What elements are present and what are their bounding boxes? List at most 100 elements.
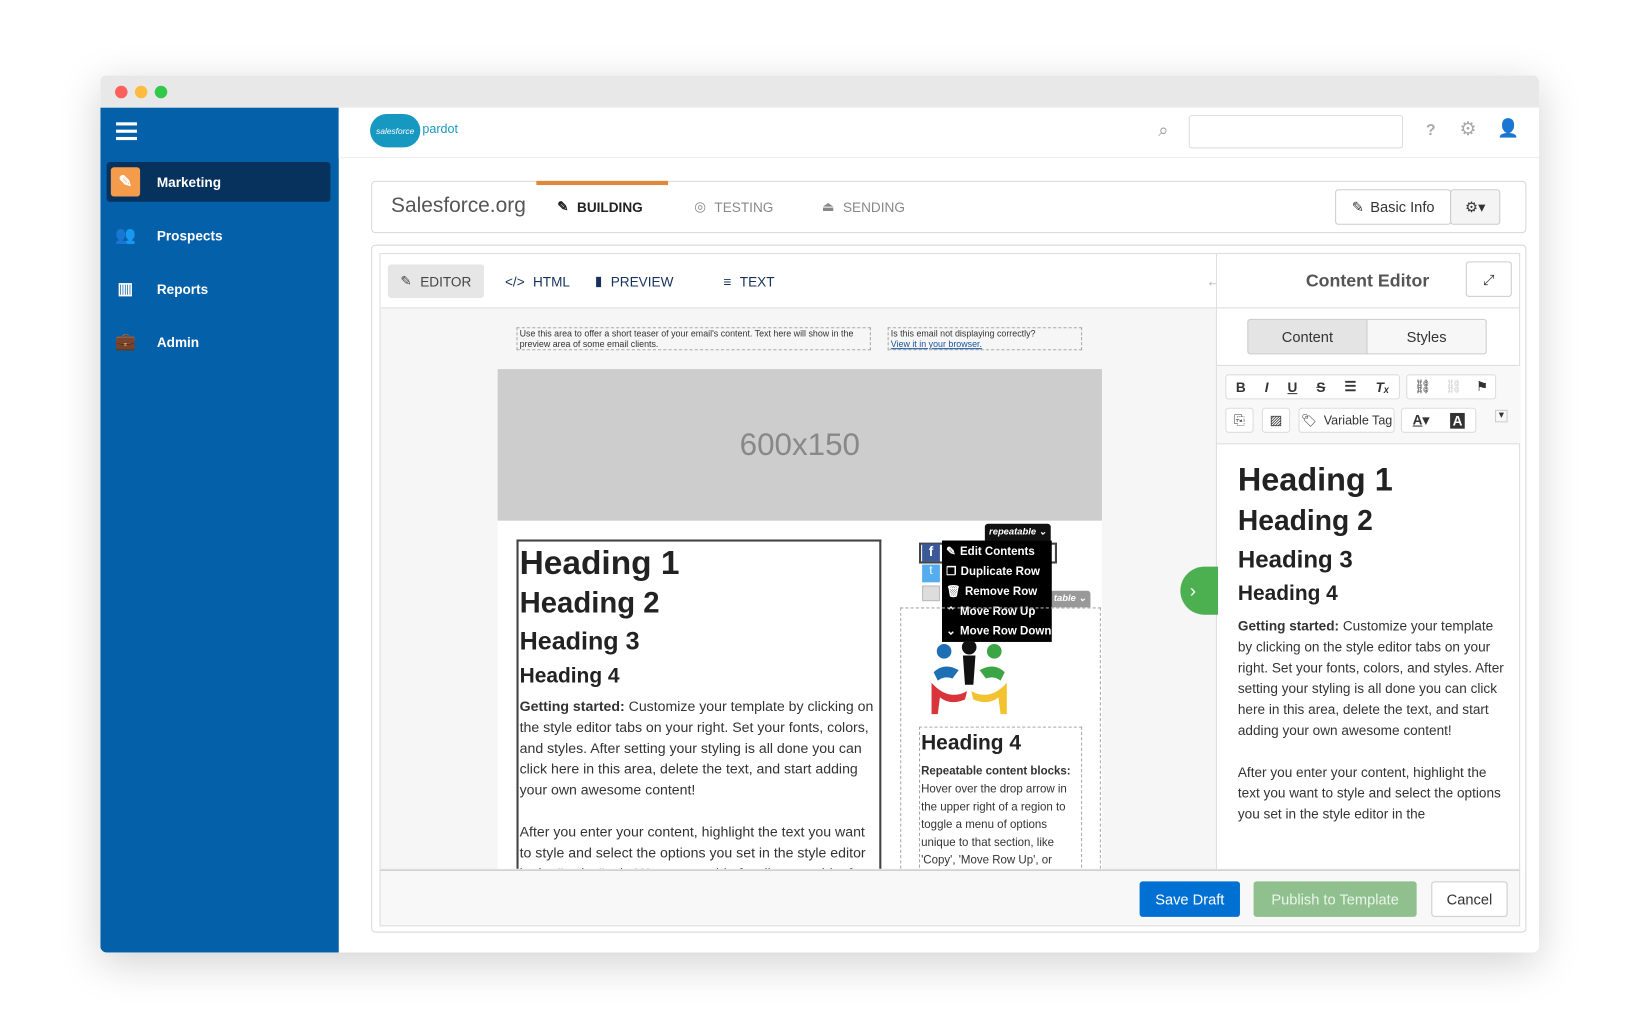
sidebar-item-label: Prospects [156, 227, 223, 244]
expand-button[interactable]: ⤢ [1465, 261, 1512, 297]
content-preview[interactable]: Heading 1 Heading 2 Heading 3 Heading 4 … [1238, 459, 1505, 848]
target-icon: ◎ [694, 198, 707, 215]
align-icon: ≡ [723, 273, 732, 290]
settings-dropdown-button[interactable]: ⚙▾ [1450, 189, 1501, 225]
sidebar-item-prospects[interactable]: 👥 Prospects [107, 215, 331, 255]
gear-caret-icon: ⚙▾ [1464, 198, 1486, 215]
main-content-block[interactable]: Heading 1 Heading 2 Heading 3 Heading 4 Get… [516, 539, 882, 869]
email-icon[interactable] [922, 585, 940, 602]
briefcase-icon: 💼 [115, 333, 136, 352]
pencil-icon: ✎ [1351, 198, 1364, 215]
menu-duplicate-row[interactable]: ❐ Duplicate Row [942, 561, 1052, 581]
tab-editor[interactable]: ✎ EDITOR [387, 264, 484, 298]
pardot-label: pardot [422, 121, 458, 136]
tab-building[interactable]: ✎ BUILDING [557, 182, 642, 232]
browser-link-block[interactable]: Is this email not displaying correctly? V… [887, 327, 1083, 351]
tag-icon: 🏷 [1300, 412, 1317, 428]
tab-sending[interactable]: ⏏ SENDING [822, 182, 905, 232]
sidebar-item-reports[interactable]: ▥ Reports [107, 269, 331, 309]
facebook-icon[interactable]: f [922, 543, 940, 562]
help-icon[interactable]: ? [1426, 121, 1436, 139]
resize-handle-icon[interactable]: ↔ [1205, 273, 1215, 292]
repeatable-tag[interactable]: repeatable ⌄ [984, 523, 1051, 541]
gear-icon[interactable]: ⚙ [1460, 118, 1477, 140]
campaign-header: Salesforce.org ✎ BUILDING ◎ TESTING ⏏ SENDI… [371, 180, 1527, 234]
repeatable-tag-secondary[interactable]: table ⌄ [1049, 590, 1091, 608]
email-canvas: ✎EDITOR </>HTML ▮PREVIEW ≡TEXT ↔ Use thi… [379, 253, 1217, 870]
bold-button[interactable]: B [1236, 379, 1246, 395]
content-editor-header: Content Editor ⤢ [1216, 254, 1521, 309]
search-input[interactable] [1188, 115, 1404, 149]
sidebar: ✎ Marketing 👥 Prospects ▥ Reports 💼 Admi… [100, 107, 339, 953]
minimize-window-button[interactable] [134, 85, 148, 99]
italic-button[interactable]: I [1265, 379, 1269, 395]
org-name: Salesforce.org [391, 194, 526, 218]
color-group: A▾ A [1400, 407, 1477, 433]
publish-template-button[interactable]: Publish to Template [1253, 881, 1417, 917]
tab-styles[interactable]: Styles [1366, 318, 1487, 355]
code-icon: </> [504, 273, 525, 290]
sidebar-item-marketing[interactable]: ✎ Marketing [106, 162, 331, 202]
link-button[interactable]: ⛓ [1414, 378, 1431, 395]
sidebar-item-label: Admin [156, 334, 200, 350]
basic-info-button[interactable]: ✎ Basic Info [1335, 189, 1452, 225]
bar-chart-icon: ▥ [117, 280, 134, 298]
trash-icon: 🗑 [946, 585, 961, 599]
inbox-icon: ⏏ [821, 198, 835, 215]
tab-html[interactable]: </> HTML [492, 265, 582, 298]
title-bar [100, 75, 1539, 108]
footer-bar: Save Draft Publish to Template Cancel [379, 869, 1521, 927]
magic-wand-icon: ✎ [110, 167, 141, 197]
users-icon: 👥 [115, 226, 136, 245]
top-bar: salesforce pardot ⌕ ? ⚙ 👤 [338, 107, 1539, 158]
content-editor-title: Content Editor [1305, 270, 1430, 291]
hamburger-menu-icon[interactable] [116, 122, 137, 141]
insert-image-button[interactable]: ▨ [1261, 407, 1291, 433]
editor-panel: ✎EDITOR </>HTML ▮PREVIEW ≡TEXT ↔ Use thi… [371, 244, 1527, 933]
sidebar-item-label: Marketing [156, 174, 222, 190]
view-in-browser-link[interactable]: View it in your browser. [891, 339, 1079, 349]
user-icon[interactable]: 👤 [1497, 118, 1519, 139]
flag-button[interactable]: ⚑ [1476, 378, 1488, 395]
menu-remove-row[interactable]: 🗑 Remove Row [942, 581, 1052, 601]
preheader-text[interactable]: Use this area to offer a short teaser of… [516, 327, 871, 351]
text-color-button[interactable]: A▾ [1413, 412, 1430, 429]
salesforce-logo[interactable]: salesforce [370, 113, 421, 148]
toolbar-collapse-button[interactable]: ▾ [1495, 409, 1508, 423]
expand-icon: ⤢ [1482, 270, 1495, 287]
close-window-button[interactable] [115, 85, 128, 99]
underline-button[interactable]: U [1288, 379, 1298, 395]
side-text-block[interactable]: Heading 4 Repeatable content blocks: Hove… [918, 726, 1083, 869]
link-group: ⛓ ⛓ ⚑ [1406, 374, 1497, 400]
tab-content[interactable]: Content [1247, 318, 1368, 355]
rte-toolbar: B I U S ☰ Tₓ ⛓ ⛓ ⚑ ⎘ ▨ 🏷 Variable Tag A▾ A ▾ [1216, 364, 1521, 445]
community-logo-image [931, 640, 1007, 715]
bg-color-button[interactable]: A [1450, 412, 1465, 429]
banner-placeholder[interactable]: 600x150 [497, 369, 1102, 521]
sidebar-item-admin[interactable]: 💼 Admin [107, 322, 331, 362]
app-window: ✎ Marketing 👥 Prospects ▥ Reports 💼 Admi… [100, 75, 1539, 953]
tab-testing[interactable]: ◎ TESTING [694, 182, 773, 232]
search-icon[interactable]: ⌕ [1158, 120, 1168, 141]
copy-icon: ❐ [946, 565, 957, 579]
tab-preview[interactable]: ▮ PREVIEW [582, 265, 686, 298]
line-spacing-button[interactable]: ☰ [1344, 378, 1356, 395]
editor-tabs: ✎EDITOR </>HTML ▮PREVIEW ≡TEXT ↔ [380, 254, 1216, 309]
edit-icon: ✎ [557, 198, 569, 215]
file-icon: ▮ [594, 272, 603, 289]
maximize-window-button[interactable] [154, 85, 168, 99]
insert-code-button[interactable]: ⎘ [1225, 407, 1254, 433]
pencil-icon: ✎ [946, 545, 956, 559]
cancel-button[interactable]: Cancel [1431, 881, 1508, 917]
strikethrough-button[interactable]: S [1316, 379, 1325, 395]
menu-edit-contents[interactable]: ✎ Edit Contents [942, 542, 1052, 562]
twitter-icon[interactable]: t [922, 564, 940, 583]
variable-tag-button[interactable]: 🏷 Variable Tag [1298, 407, 1395, 433]
content-editor-panel: Content Editor ⤢ Content Styles B I U S ☰ Tₓ … [1216, 253, 1521, 870]
clear-format-button[interactable]: Tₓ [1376, 379, 1390, 395]
sidebar-item-label: Reports [156, 280, 209, 297]
tab-text[interactable]: ≡ TEXT [711, 265, 787, 298]
unlink-button[interactable]: ⛓ [1445, 378, 1462, 395]
edit-icon: ✎ [400, 272, 412, 289]
save-draft-button[interactable]: Save Draft [1139, 881, 1240, 917]
